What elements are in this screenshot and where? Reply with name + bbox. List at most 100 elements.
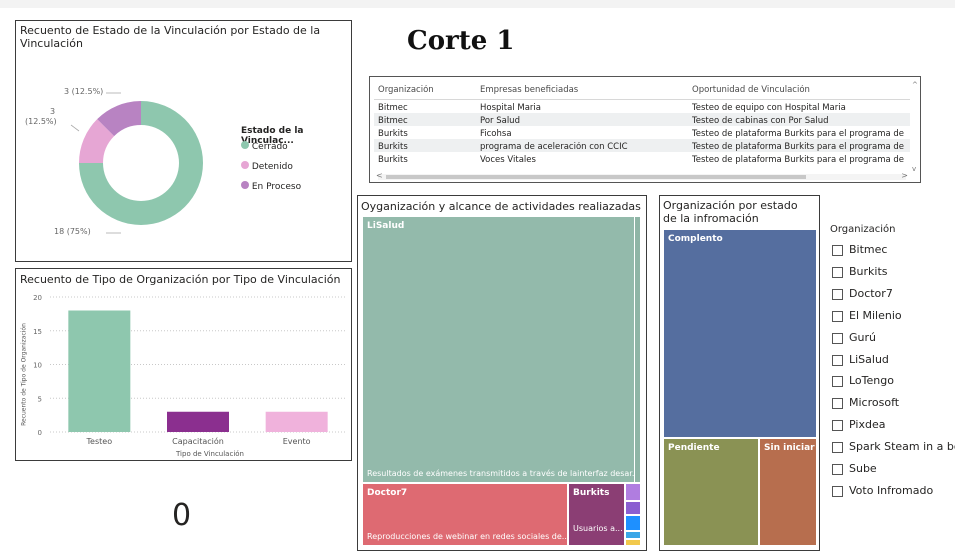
donut-chart-card[interactable]: Recuento de Estado de la Vinculación por…: [15, 20, 352, 262]
horizontal-scrollbar[interactable]: < >: [376, 171, 908, 180]
donut-label-detenido-count: 3: [50, 107, 56, 116]
slicer-item-label: Pixdea: [849, 418, 886, 432]
treemap-node-burkits[interactable]: Burkits Usuarios a...: [568, 483, 625, 546]
checkbox[interactable]: [832, 310, 843, 322]
col-header-oportunidad[interactable]: Oportunidad de Vinculación: [692, 85, 912, 95]
y-tick-label: 20: [33, 294, 42, 302]
x-tick-label: Testeo: [86, 437, 113, 446]
bar-0[interactable]: [68, 310, 131, 433]
slicer-item[interactable]: Sube: [832, 462, 954, 478]
checkbox[interactable]: [832, 354, 843, 366]
legend-item-cerrado[interactable]: Cerrado: [241, 141, 288, 152]
slicer-item[interactable]: LoTengo: [832, 374, 954, 390]
slicer-item[interactable]: Pixdea: [832, 418, 954, 434]
checkbox[interactable]: [832, 288, 843, 300]
slicer-item-label: Bitmec: [849, 243, 888, 256]
slicer-item-label: LiSalud: [849, 352, 889, 366]
slicer-item-label: Doctor7: [849, 286, 893, 300]
status-treemap-title: Organización por estado de la infromació…: [663, 199, 798, 225]
y-tick-label: 15: [33, 328, 42, 336]
slicer-item-label: Gurú: [849, 330, 876, 344]
scroll-up-icon[interactable]: ^: [912, 81, 918, 89]
slicer-item-label: El Milenio: [849, 308, 902, 322]
checkbox[interactable]: [832, 464, 843, 475]
horizontal-scroll-thumb[interactable]: [386, 175, 806, 179]
kpi-value: 0: [172, 498, 192, 533]
activities-treemap-card[interactable]: Oyganización y alcance de actividades re…: [357, 195, 647, 551]
x-tick-label: Capacitación: [172, 436, 224, 446]
slicer-item[interactable]: Gurú: [832, 331, 954, 347]
slicer-item-label: Spark Steam in a bo: [849, 440, 955, 454]
y-tick-label: 0: [38, 429, 42, 437]
slicer-item[interactable]: Voto Infromado: [832, 484, 954, 500]
slicer-item-label: Burkits: [849, 264, 888, 278]
bar-2[interactable]: [265, 411, 328, 432]
treemap-node-lisalud-slim[interactable]: [634, 216, 641, 483]
treemap-node-small-3[interactable]: [625, 515, 641, 531]
bar-1[interactable]: [167, 411, 229, 432]
slicer-item-label: Microsoft: [849, 396, 900, 410]
y-tick-label: 5: [38, 395, 42, 403]
x-tick-label: Evento: [283, 437, 311, 446]
slicer-item[interactable]: Microsoft: [832, 396, 954, 412]
legend-dot-icon: [241, 141, 249, 149]
table-row[interactable]: Burkits programa de aceleración con CCIC…: [374, 139, 910, 152]
slicer-item-label: LoTengo: [849, 374, 894, 388]
vertical-scrollbar[interactable]: ^ v: [912, 81, 918, 173]
legend-item-en-proceso[interactable]: En Proceso: [241, 181, 301, 192]
slicer-item[interactable]: Bitmec: [832, 243, 954, 259]
slicer-item-label: Sube: [849, 462, 877, 475]
checkbox[interactable]: [832, 376, 843, 388]
checkbox[interactable]: [832, 332, 843, 344]
slicer-item[interactable]: El Milenio: [832, 309, 954, 325]
legend-dot-icon: [241, 181, 249, 189]
slicer-item[interactable]: Spark Steam in a bo: [832, 440, 955, 456]
table-header: Organización Empresas beneficiadas Oport…: [374, 81, 910, 100]
scroll-right-icon[interactable]: >: [901, 171, 908, 180]
table-row[interactable]: Burkits Ficohsa Testeo de plataforma Bur…: [374, 126, 910, 139]
page-title: Corte 1: [407, 26, 515, 56]
status-treemap-card[interactable]: Organización por estado de la infromació…: [659, 195, 820, 551]
bar-chart[interactable]: 0 5 10 15 20 Testeo Capacitación Evento: [16, 269, 353, 462]
table-row[interactable]: Bitmec Por Salud Testeo de cabinas con P…: [374, 113, 910, 126]
vinculacion-table[interactable]: Organización Empresas beneficiadas Oport…: [369, 76, 921, 183]
treemap-node-small-5[interactable]: [625, 539, 641, 546]
y-tick-label: 10: [33, 362, 42, 370]
checkbox[interactable]: [832, 245, 843, 256]
slicer-title: Organización: [830, 224, 896, 235]
table-body: Organización Empresas beneficiadas Oport…: [374, 81, 910, 165]
slicer-item[interactable]: Doctor7: [832, 287, 954, 303]
slicer-item-label: Voto Infromado: [849, 483, 934, 497]
legend-item-detenido[interactable]: Detenido: [241, 161, 293, 172]
bar-x-axis-label: Tipo de Vinculación: [176, 450, 244, 458]
checkbox[interactable]: [832, 442, 843, 454]
table-row[interactable]: Bitmec Hospital Maria Testeo de equipo c…: [374, 100, 910, 113]
col-header-empresas[interactable]: Empresas beneficiadas: [480, 85, 685, 95]
col-header-organizacion[interactable]: Organización: [378, 85, 478, 95]
organization-slicer[interactable]: Organización Bitmec Burkits Doctor7 El Mile…: [827, 222, 955, 512]
donut-label-detenido-pct: (12.5%): [25, 117, 57, 126]
checkbox[interactable]: [832, 266, 843, 278]
scroll-down-icon[interactable]: v: [912, 165, 916, 173]
status-node-not-started[interactable]: Sin iniciar: [759, 438, 817, 546]
status-node-pending[interactable]: Pendiente: [663, 438, 759, 546]
status-node-complete[interactable]: Complento: [663, 229, 817, 438]
treemap-node-small-2[interactable]: [625, 501, 641, 515]
legend-dot-icon: [241, 161, 249, 169]
treemap-node-small-1[interactable]: [625, 483, 641, 501]
treemap-node-small-4[interactable]: [625, 531, 641, 539]
table-row[interactable]: Burkits Voces Vitales Testeo de platafor…: [374, 152, 910, 165]
checkbox[interactable]: [832, 485, 843, 497]
checkbox[interactable]: [832, 420, 843, 432]
slicer-item[interactable]: Burkits: [832, 265, 954, 281]
treemap-node-doctor7[interactable]: Doctor7 Reproducciones de webinar en red…: [362, 483, 568, 546]
checkbox[interactable]: [832, 398, 843, 410]
bar-chart-card[interactable]: Recuento de Tipo de Organización por Tip…: [15, 268, 352, 461]
top-bar: [0, 0, 955, 8]
donut-label-cerrado: 18 (75%): [54, 227, 91, 236]
treemap-title: Oyganización y alcance de actividades re…: [361, 200, 641, 213]
scroll-left-icon[interactable]: <: [376, 171, 383, 180]
slicer-item[interactable]: LiSalud: [832, 353, 954, 369]
treemap-node-lisalud[interactable]: LiSalud Resultados de exámenes transmiti…: [362, 216, 641, 483]
bar-y-axis-label: Recuento de Tipo de Organización: [20, 323, 28, 426]
